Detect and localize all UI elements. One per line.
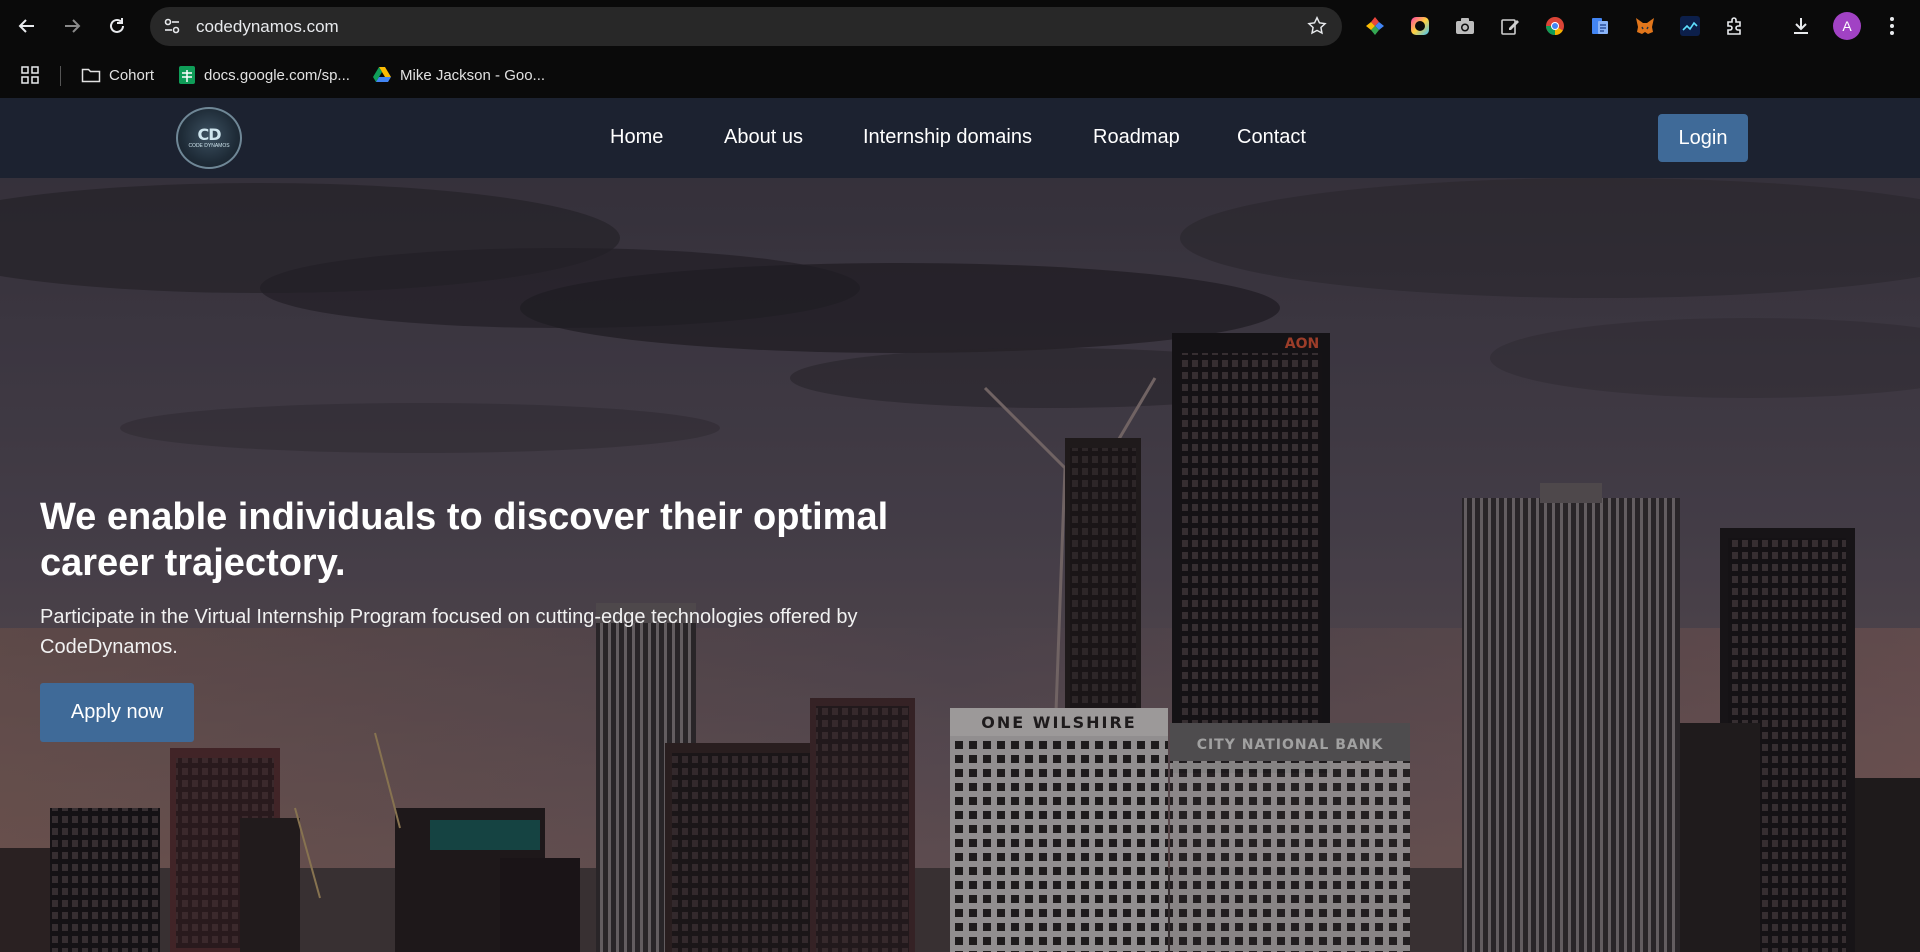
tune-icon bbox=[164, 18, 180, 34]
nav-internship-domains[interactable]: Internship domains bbox=[863, 126, 1032, 149]
apply-now-button[interactable]: Apply now bbox=[40, 683, 194, 742]
folder-icon bbox=[81, 68, 101, 83]
hero-title: We enable individuals to discover their … bbox=[40, 496, 889, 584]
downloads-button[interactable] bbox=[1788, 13, 1814, 39]
nav-about-us[interactable]: About us bbox=[724, 126, 803, 149]
browser-menu-button[interactable] bbox=[1879, 13, 1905, 39]
forward-button[interactable] bbox=[55, 9, 89, 43]
chart-icon bbox=[1680, 16, 1700, 36]
ext-edit[interactable] bbox=[1497, 13, 1523, 39]
ext-screenshot[interactable] bbox=[1452, 13, 1478, 39]
google-drive-icon bbox=[373, 67, 391, 82]
bookmark-docs-google[interactable]: docs.google.com/sp... bbox=[178, 63, 350, 87]
bookmark-label: Cohort bbox=[109, 66, 155, 84]
metamask-fox-icon bbox=[1636, 18, 1654, 34]
arrow-left-icon bbox=[18, 19, 34, 33]
bookmark-label: docs.google.com/sp... bbox=[204, 66, 350, 84]
main-nav: Home About us Internship domains Roadmap… bbox=[0, 98, 1920, 178]
site-header: CD CODE DYNAMOS Home About us Internship… bbox=[0, 98, 1920, 178]
ext-gradient[interactable] bbox=[1407, 13, 1433, 39]
star-icon bbox=[1307, 16, 1327, 35]
nav-contact[interactable]: Contact bbox=[1237, 126, 1306, 149]
docs-icon bbox=[1592, 18, 1608, 34]
browser-toolbar: codedynamos.com A bbox=[0, 0, 1920, 52]
puzzle-icon bbox=[1727, 17, 1741, 35]
bookmark-cohort[interactable]: Cohort bbox=[81, 63, 154, 87]
apps-button[interactable] bbox=[20, 63, 40, 87]
edit-icon bbox=[1501, 19, 1519, 35]
bookmark-star-button[interactable] bbox=[1306, 15, 1328, 42]
arrow-right-icon bbox=[65, 19, 81, 33]
ext-chart[interactable] bbox=[1677, 13, 1703, 39]
bookmark-label: Mike Jackson - Goo... bbox=[400, 66, 546, 84]
color-picker-icon bbox=[1366, 17, 1384, 35]
more-vertical-icon bbox=[1890, 17, 1894, 35]
camera-icon bbox=[1456, 18, 1474, 34]
extensions-button[interactable] bbox=[1722, 13, 1748, 39]
chrome-icon bbox=[1546, 17, 1564, 35]
apps-grid-icon bbox=[21, 66, 39, 84]
ext-metamask[interactable] bbox=[1632, 13, 1658, 39]
back-button[interactable] bbox=[10, 9, 44, 43]
nav-roadmap[interactable]: Roadmap bbox=[1093, 126, 1180, 149]
login-button[interactable]: Login bbox=[1658, 114, 1748, 162]
url-text[interactable]: codedynamos.com bbox=[196, 17, 339, 37]
google-sheets-icon bbox=[179, 66, 195, 84]
nav-home[interactable]: Home bbox=[610, 126, 663, 149]
hero-section: ONE WILSHIRE AON CITY NATIONAL BANK We e… bbox=[0, 178, 1920, 952]
ext-chrome[interactable] bbox=[1542, 13, 1568, 39]
site-info-button[interactable] bbox=[158, 12, 186, 40]
bookmarks-divider bbox=[60, 66, 61, 86]
reload-button[interactable] bbox=[100, 9, 134, 43]
address-bar[interactable]: codedynamos.com bbox=[150, 7, 1342, 46]
gradient-ring-icon bbox=[1411, 17, 1429, 35]
download-icon bbox=[1794, 18, 1808, 34]
reload-icon bbox=[110, 18, 124, 33]
ext-color-picker[interactable] bbox=[1362, 13, 1388, 39]
bookmarks-bar: Cohort docs.google.com/sp... Mike Jackso… bbox=[0, 52, 1920, 98]
bookmark-mike-jackson[interactable]: Mike Jackson - Goo... bbox=[372, 63, 545, 87]
profile-avatar[interactable]: A bbox=[1833, 12, 1861, 40]
hero-subtitle: Participate in the Virtual Internship Pr… bbox=[40, 606, 858, 658]
ext-docs[interactable] bbox=[1587, 13, 1613, 39]
